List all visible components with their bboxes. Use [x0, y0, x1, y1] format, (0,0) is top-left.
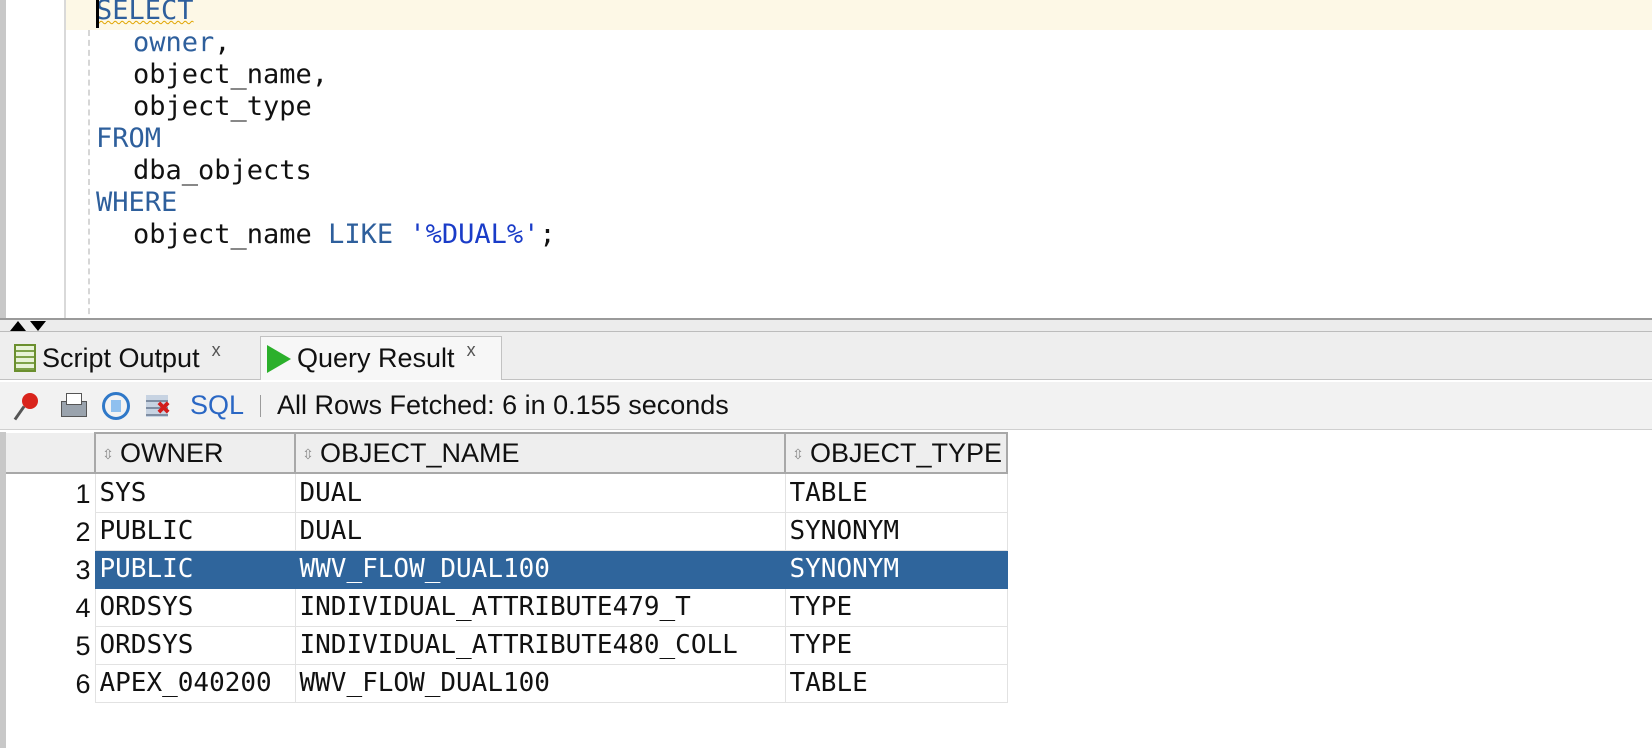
code-line[interactable]: object_name, — [133, 58, 328, 92]
script-document-icon — [14, 344, 36, 372]
code-line[interactable]: WHERE — [96, 186, 177, 220]
fetch-status: All Rows Fetched: 6 in 0.155 seconds — [277, 390, 729, 420]
row-number-header — [6, 433, 96, 474]
column-header-label: OWNER — [120, 437, 224, 468]
column-header-label: OBJECT_TYPE — [810, 437, 1003, 468]
code-fold-guide — [88, 30, 90, 334]
table-cell[interactable]: SYNONYM — [784, 549, 1008, 589]
table-cell[interactable]: ORDSYS — [94, 625, 296, 665]
collapse-up-icon[interactable] — [10, 321, 26, 331]
close-icon[interactable]: x — [467, 340, 476, 361]
row-number[interactable]: 1 — [6, 473, 95, 512]
column-header-object-name[interactable]: ⇳ OBJECT_NAME — [294, 432, 786, 474]
row-number[interactable]: 6 — [6, 664, 95, 702]
result-grid: ⇳ OWNER ⇳ OBJECT_NAME ⇳ OBJECT_TYPE 1 SYS DUAL T… — [6, 432, 1009, 703]
code-token: SELECT — [96, 0, 194, 26]
code-line[interactable]: FROM — [96, 122, 161, 156]
table-cell[interactable]: PUBLIC — [94, 511, 296, 551]
current-line-highlight — [66, 0, 1652, 30]
code-token: object_name — [133, 219, 329, 250]
printer-icon[interactable] — [58, 391, 88, 421]
table-cell[interactable]: TABLE — [784, 663, 1008, 703]
table-cell[interactable]: ORDSYS — [94, 587, 296, 627]
tab-script-output[interactable]: Script Output x — [8, 336, 258, 380]
code-token: , — [214, 27, 231, 58]
row-number[interactable]: 4 — [6, 588, 95, 626]
code-token: ; — [539, 219, 556, 250]
table-cell[interactable]: TABLE — [784, 472, 1008, 513]
table-cell[interactable]: TYPE — [784, 625, 1008, 665]
row-number[interactable]: 3 — [6, 550, 95, 588]
pane-splitter[interactable] — [0, 318, 1652, 332]
toolbar-separator — [260, 394, 262, 417]
run-query-icon — [267, 344, 291, 373]
table-row[interactable]: 2 PUBLIC DUAL SYNONYM — [6, 511, 1008, 551]
code-token: object_name, — [133, 59, 329, 90]
editor-gutter — [6, 0, 66, 334]
table-cell[interactable]: APEX_040200 — [94, 663, 296, 703]
code-token: WHERE — [96, 187, 178, 218]
code-token: LIKE — [328, 219, 394, 250]
table-cell[interactable]: WWV_FLOW_DUAL100 — [294, 663, 786, 703]
code-line[interactable]: owner, — [133, 26, 231, 60]
tab-query-result-label: Query Result — [297, 343, 455, 373]
row-number[interactable]: 2 — [6, 512, 95, 550]
table-cell[interactable]: WWV_FLOW_DUAL100 — [294, 549, 786, 589]
column-header-object-type[interactable]: ⇳ OBJECT_TYPE — [783, 432, 1009, 474]
column-header-owner[interactable]: ⇳ OWNER — [94, 432, 296, 474]
code-token: object_type — [133, 91, 312, 122]
table-row[interactable]: 1 SYS DUAL TABLE — [6, 472, 1008, 513]
sort-arrows-icon[interactable]: ⇳ — [790, 447, 806, 461]
sql-editor[interactable]: SELECT owner, object_name, object_type FROM d… — [0, 0, 1652, 334]
table-row[interactable]: 5 ORDSYS INDIVIDUAL_ATTRIBUTE480_COLL TYPE — [6, 625, 1008, 665]
table-cell[interactable]: DUAL — [294, 472, 786, 513]
row-number[interactable]: 5 — [6, 626, 95, 664]
table-cell[interactable]: INDIVIDUAL_ATTRIBUTE479_T — [294, 587, 786, 627]
text-caret — [96, 0, 99, 28]
table-cell[interactable]: SYS — [94, 472, 296, 513]
sql-link[interactable]: SQL — [190, 390, 244, 421]
result-grid-area: ⇳ OWNER ⇳ OBJECT_NAME ⇳ OBJECT_TYPE 1 SYS DUAL T… — [0, 432, 1652, 748]
refresh-icon[interactable] — [102, 391, 130, 420]
table-row[interactable]: 3 PUBLIC WWV_FLOW_DUAL100 SYNONYM — [6, 549, 1008, 589]
code-token: '%DUAL%' — [409, 219, 540, 250]
code-line[interactable]: SELECT — [96, 0, 194, 28]
result-toolbar: SQL All Rows Fetched: 6 in 0.155 seconds — [0, 382, 1652, 430]
sort-arrows-icon[interactable]: ⇳ — [300, 447, 316, 461]
sort-arrows-icon[interactable]: ⇳ — [100, 447, 116, 461]
code-token: FROM — [96, 123, 162, 154]
close-icon[interactable]: x — [212, 340, 221, 361]
grid-header-row: ⇳ OWNER ⇳ OBJECT_NAME ⇳ OBJECT_TYPE — [6, 432, 1009, 474]
code-token: dba_objects — [133, 155, 312, 186]
table-cell[interactable]: SYNONYM — [784, 511, 1008, 551]
cancel-fetch-icon[interactable] — [144, 391, 174, 421]
results-tab-strip: Script Output x Query Result x — [0, 332, 1652, 380]
column-header-label: OBJECT_NAME — [320, 437, 520, 468]
table-row[interactable]: 6 APEX_040200 WWV_FLOW_DUAL100 TABLE — [6, 663, 1008, 703]
code-token: owner — [133, 27, 215, 58]
code-line[interactable]: object_name LIKE '%DUAL%'; — [133, 218, 556, 252]
tab-script-output-label: Script Output — [42, 342, 200, 373]
table-cell[interactable]: TYPE — [784, 587, 1008, 627]
code-line[interactable]: dba_objects — [133, 154, 312, 188]
collapse-down-icon[interactable] — [30, 321, 46, 331]
table-row[interactable]: 4 ORDSYS INDIVIDUAL_ATTRIBUTE479_T TYPE — [6, 587, 1008, 627]
pin-icon[interactable] — [14, 391, 44, 421]
tab-query-result[interactable]: Query Result x — [260, 336, 502, 380]
table-cell[interactable]: PUBLIC — [94, 549, 296, 589]
table-cell[interactable]: DUAL — [294, 511, 786, 551]
code-line[interactable]: object_type — [133, 90, 312, 124]
grid-body: 1 SYS DUAL TABLE 2 PUBLIC DUAL SYNONYM 3 PUBLIC WW… — [6, 472, 1008, 703]
table-cell[interactable]: INDIVIDUAL_ATTRIBUTE480_COLL — [294, 625, 786, 665]
